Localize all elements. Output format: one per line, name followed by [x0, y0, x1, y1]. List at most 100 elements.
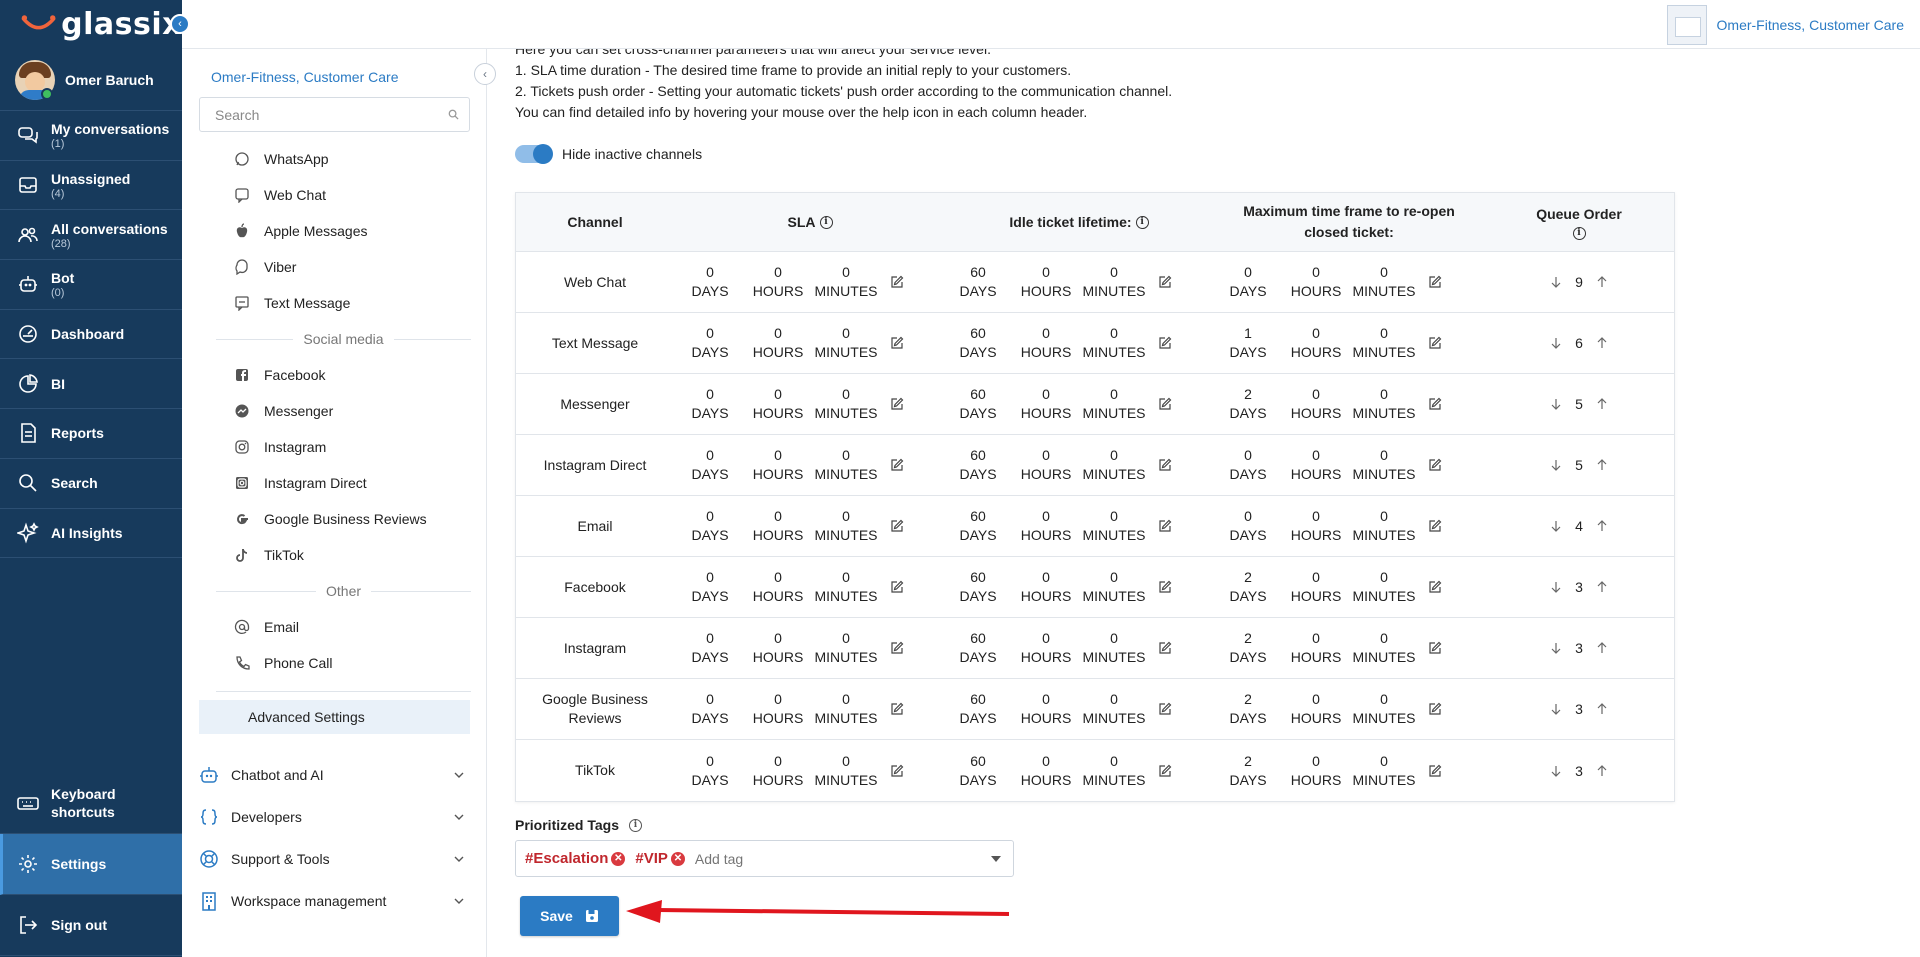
arrow-down-icon[interactable] — [1549, 275, 1563, 289]
chevron-down-icon[interactable] — [453, 853, 465, 865]
arrow-up-icon[interactable] — [1595, 458, 1609, 472]
user-profile[interactable]: Omer Baruch — [0, 49, 182, 111]
edit-icon[interactable] — [886, 393, 908, 415]
nav-item-unassigned[interactable]: Unassigned (4) — [0, 161, 182, 211]
sidebar-group-chatbot-and-ai[interactable]: Chatbot and AI — [182, 754, 487, 796]
sidebar-item-advanced-settings[interactable]: Advanced Settings — [199, 700, 470, 734]
sidebar-item-instagram[interactable]: Instagram — [182, 429, 487, 465]
sidebar-item-tiktok[interactable]: TikTok — [182, 537, 487, 573]
edit-icon[interactable] — [1424, 332, 1446, 354]
sidebar-group-developers[interactable]: Developers — [182, 796, 487, 838]
arrow-up-icon[interactable] — [1595, 641, 1609, 655]
sidebar-item-apple-messages[interactable]: Apple Messages — [182, 213, 487, 249]
arrow-down-icon[interactable] — [1549, 764, 1563, 778]
prioritized-tags-select[interactable]: #Escalation ✕ #VIP ✕ — [515, 840, 1014, 877]
sidebar-group-workspace-management[interactable]: Workspace management — [182, 880, 487, 922]
save-button[interactable]: Save — [520, 896, 619, 936]
edit-icon[interactable] — [886, 515, 908, 537]
nav-item-reports[interactable]: Reports — [0, 409, 182, 459]
edit-icon[interactable] — [886, 271, 908, 293]
chevron-down-icon[interactable] — [453, 769, 465, 781]
edit-icon[interactable] — [1154, 393, 1176, 415]
arrow-down-icon[interactable] — [1549, 397, 1563, 411]
arrow-down-icon[interactable] — [1549, 702, 1563, 716]
idle-value: 0 HOURS — [1020, 630, 1072, 665]
channel-name: Text Message — [551, 334, 639, 351]
edit-icon[interactable] — [1154, 271, 1176, 293]
edit-icon[interactable] — [1154, 698, 1176, 720]
nav-item-my-conversations[interactable]: My conversations (1) — [0, 111, 182, 161]
edit-icon[interactable] — [1154, 576, 1176, 598]
org-switcher[interactable]: Omer-Fitness, Customer Care — [1666, 5, 1904, 45]
edit-icon[interactable] — [886, 637, 908, 659]
arrow-up-icon[interactable] — [1595, 519, 1609, 533]
remove-tag-icon[interactable]: ✕ — [611, 851, 626, 866]
sidebar-item-whatsapp[interactable]: WhatsApp — [182, 141, 487, 177]
edit-icon[interactable] — [1424, 576, 1446, 598]
edit-icon[interactable] — [886, 454, 908, 476]
arrow-down-icon[interactable] — [1549, 336, 1563, 350]
nav-item-bi[interactable]: BI — [0, 359, 182, 410]
edit-icon[interactable] — [1154, 332, 1176, 354]
arrow-down-icon[interactable] — [1549, 458, 1563, 472]
sidebar-item-phone-call[interactable]: Phone Call — [182, 645, 487, 681]
info-icon[interactable]: i — [819, 215, 833, 229]
edit-icon[interactable] — [886, 576, 908, 598]
nav-item-dashboard[interactable]: Dashboard — [0, 310, 182, 360]
edit-icon[interactable] — [886, 698, 908, 720]
nav-item-keyboard-shortcuts[interactable]: Keyboard shortcuts — [0, 773, 182, 834]
collapse-nav-button[interactable]: ‹ — [170, 14, 190, 34]
remove-tag-icon[interactable]: ✕ — [670, 851, 685, 866]
chevron-down-icon[interactable] — [453, 895, 465, 907]
edit-icon[interactable] — [1424, 271, 1446, 293]
arrow-down-icon[interactable] — [1549, 580, 1563, 594]
edit-icon[interactable] — [1154, 637, 1176, 659]
arrow-down-icon[interactable] — [1549, 519, 1563, 533]
nav-item-all-conversations[interactable]: All conversations (28) — [0, 210, 182, 261]
arrow-up-icon[interactable] — [1595, 336, 1609, 350]
edit-icon[interactable] — [1424, 454, 1446, 476]
arrow-up-icon[interactable] — [1595, 764, 1609, 778]
arrow-up-icon[interactable] — [1595, 275, 1609, 289]
edit-icon[interactable] — [1424, 393, 1446, 415]
nav-item-bot[interactable]: Bot (0) — [0, 260, 182, 310]
sidebar-item-messenger[interactable]: Messenger — [182, 393, 487, 429]
collapse-sidebar-button[interactable]: ‹ — [474, 63, 496, 85]
hide-inactive-toggle[interactable] — [515, 144, 553, 164]
reopen-cell: 0 DAYS 0 HOURS 0 MINUTES — [1214, 507, 1484, 545]
arrow-up-icon[interactable] — [1595, 702, 1609, 716]
edit-icon[interactable] — [1424, 637, 1446, 659]
arrow-up-icon[interactable] — [1595, 397, 1609, 411]
sidebar-item-text-message[interactable]: Text Message — [182, 285, 487, 321]
sidebar-item-facebook[interactable]: Facebook — [182, 357, 487, 393]
nav-item-ai-insights[interactable]: AI Insights — [0, 509, 182, 559]
edit-icon[interactable] — [886, 332, 908, 354]
sidebar-item-instagram-direct[interactable]: Instagram Direct — [182, 465, 487, 501]
chevron-down-icon[interactable] — [991, 856, 1001, 862]
sidebar-group-support-tools[interactable]: Support & Tools — [182, 838, 487, 880]
arrow-down-icon[interactable] — [1549, 641, 1563, 655]
edit-icon[interactable] — [886, 760, 908, 782]
nav-item-search[interactable]: Search — [0, 459, 182, 509]
sidebar-item-email[interactable]: Email — [182, 609, 487, 645]
arrow-up-icon[interactable] — [1595, 580, 1609, 594]
edit-icon[interactable] — [1154, 454, 1176, 476]
reopen-value: 0 MINUTES — [1352, 508, 1416, 543]
info-icon[interactable]: i — [628, 818, 642, 832]
edit-icon[interactable] — [1424, 698, 1446, 720]
info-icon[interactable]: i — [1572, 227, 1586, 240]
sidebar-item-web-chat[interactable]: Web Chat — [182, 177, 487, 213]
add-tag-input[interactable] — [694, 850, 895, 867]
sidebar-item-google-business-reviews[interactable]: Google Business Reviews — [182, 501, 487, 537]
edit-icon[interactable] — [1154, 515, 1176, 537]
sidebar-search-input[interactable]: Search — [199, 97, 470, 132]
nav-item-settings[interactable]: Settings — [0, 834, 182, 895]
edit-icon[interactable] — [1424, 515, 1446, 537]
nav-item-sign-out[interactable]: Sign out — [0, 895, 182, 956]
edit-icon[interactable] — [1154, 760, 1176, 782]
info-icon[interactable]: i — [1135, 215, 1149, 229]
idle-value: 0 HOURS — [1020, 325, 1072, 360]
sidebar-item-viber[interactable]: Viber — [182, 249, 487, 285]
chevron-down-icon[interactable] — [453, 811, 465, 823]
edit-icon[interactable] — [1424, 760, 1446, 782]
